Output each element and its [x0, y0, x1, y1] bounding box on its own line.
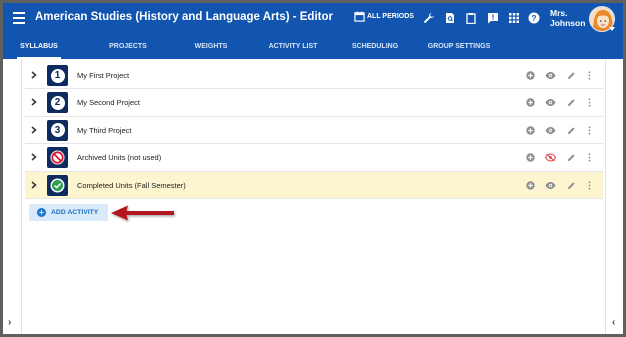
unit-badge: 1	[47, 65, 68, 86]
add-circle-icon[interactable]	[526, 98, 535, 108]
user-name-line1: Mrs.	[550, 8, 568, 18]
user-name-line2: Johnson	[550, 18, 586, 28]
feedback-icon[interactable]	[487, 12, 499, 24]
eye-icon[interactable]	[545, 71, 556, 80]
chevron-right-icon[interactable]: ›	[8, 317, 11, 328]
tab-bar: SYLLABUS PROJECTS WEIGHTS ACTIVITY LIST …	[3, 39, 623, 59]
unit-badge: 2	[47, 92, 68, 114]
wrench-icon[interactable]	[423, 12, 435, 24]
app-bar: American Studies (History and Language A…	[3, 3, 623, 59]
right-panel-rail: ‹	[605, 59, 623, 334]
left-panel-rail: ›	[3, 59, 22, 334]
unit-badge	[47, 147, 68, 169]
chevron-right-icon[interactable]	[30, 153, 38, 161]
more-vert-icon[interactable]	[587, 71, 592, 80]
unit-title[interactable]: Archived Units (not used)	[77, 153, 161, 162]
add-activity-label: ADD ACTIVITY	[51, 209, 99, 216]
add-activity-button[interactable]: + ADD ACTIVITY	[29, 204, 108, 221]
eye-icon[interactable]	[545, 126, 556, 135]
user-name[interactable]: Mrs. Johnson	[550, 8, 585, 28]
unit-title[interactable]: My Third Project	[77, 126, 131, 135]
edit-icon[interactable]	[567, 126, 576, 135]
menu-icon[interactable]	[13, 12, 25, 24]
more-vert-icon[interactable]	[587, 180, 592, 190]
eye-off-icon[interactable]	[545, 153, 556, 162]
unit-title[interactable]: Completed Units (Fall Semester)	[77, 181, 186, 190]
periods-label: ALL PERIODS	[367, 13, 414, 20]
add-circle-icon[interactable]	[526, 153, 535, 162]
unit-title[interactable]: My Second Project	[77, 98, 140, 107]
tab-syllabus[interactable]: SYLLABUS	[17, 39, 61, 59]
no-entry-icon	[50, 150, 65, 165]
chevron-right-icon[interactable]	[30, 98, 38, 106]
unit-number: 2	[50, 95, 65, 110]
more-vert-icon[interactable]	[587, 98, 592, 107]
eye-icon[interactable]	[545, 98, 556, 107]
eye-icon[interactable]	[545, 181, 556, 190]
edit-icon[interactable]	[567, 153, 576, 162]
tab-projects[interactable]: PROJECTS	[108, 39, 148, 59]
tab-group-settings[interactable]: GROUP SETTINGS	[426, 39, 492, 59]
calendar-icon	[354, 11, 365, 22]
chevron-right-icon[interactable]	[30, 71, 38, 79]
svg-text:?: ?	[532, 14, 537, 23]
page-title: American Studies (History and Language A…	[35, 11, 333, 23]
list-item[interactable]: Archived Units (not used)	[25, 144, 603, 172]
chevron-right-icon[interactable]	[30, 126, 38, 134]
tab-scheduling[interactable]: SCHEDULING	[351, 39, 399, 59]
app-window: American Studies (History and Language A…	[0, 0, 626, 337]
add-circle-icon[interactable]	[526, 126, 535, 135]
chevron-right-icon[interactable]	[30, 180, 38, 189]
add-circle-icon: +	[37, 208, 46, 217]
syllabus-list: 1 My First Project 2 My Second Project 3…	[25, 62, 603, 199]
unit-badge	[47, 174, 68, 196]
callout-arrow	[111, 205, 174, 221]
add-circle-icon[interactable]	[526, 71, 535, 80]
apps-grid-icon[interactable]	[508, 12, 520, 24]
periods-button[interactable]: ALL PERIODS	[354, 11, 414, 22]
edit-icon[interactable]	[567, 98, 576, 107]
unit-badge: 3	[47, 119, 68, 141]
list-item[interactable]: 2 My Second Project	[25, 89, 603, 117]
toolbar: American Studies (History and Language A…	[3, 3, 623, 35]
tab-weights[interactable]: WEIGHTS	[193, 39, 229, 59]
help-icon[interactable]: ?	[528, 12, 540, 24]
list-item[interactable]: 3 My Third Project	[25, 116, 603, 145]
tab-activity-list[interactable]: ACTIVITY LIST	[265, 39, 321, 59]
unit-number: 1	[50, 68, 65, 83]
unit-title[interactable]: My First Project	[77, 71, 129, 80]
chevron-left-icon[interactable]: ‹	[612, 317, 615, 328]
edit-icon[interactable]	[567, 71, 576, 80]
list-item[interactable]: Completed Units (Fall Semester)	[25, 171, 603, 199]
add-circle-icon[interactable]	[526, 180, 535, 190]
check-icon	[50, 178, 65, 193]
edit-icon[interactable]	[567, 181, 576, 190]
search-doc-icon[interactable]	[444, 12, 456, 24]
more-vert-icon[interactable]	[587, 153, 592, 162]
clipboard-icon[interactable]	[465, 12, 477, 24]
unit-number: 3	[50, 123, 65, 138]
chevron-down-icon[interactable]	[609, 27, 615, 31]
more-vert-icon[interactable]	[587, 126, 592, 135]
list-item[interactable]: 1 My First Project	[25, 62, 603, 90]
